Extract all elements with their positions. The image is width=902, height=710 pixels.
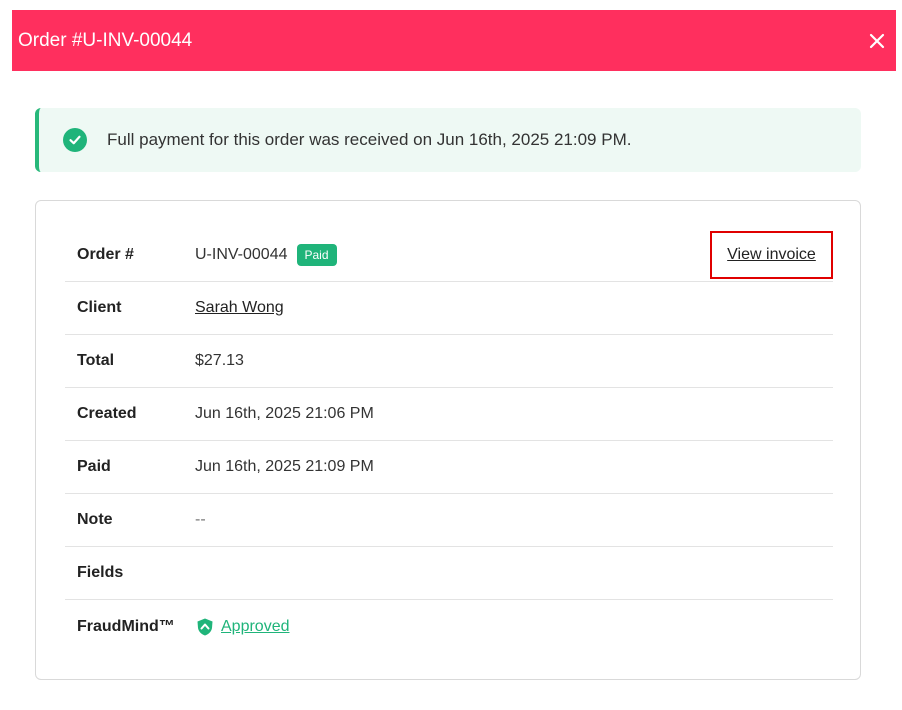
created-value: Jun 16th, 2025 21:06 PM — [195, 405, 374, 422]
row-fields: Fields — [65, 547, 833, 600]
fraudmind-label: FraudMind™ — [77, 617, 175, 635]
row-client: Client Sarah Wong — [65, 282, 833, 335]
paid-value: Jun 16th, 2025 21:09 PM — [195, 458, 374, 475]
fraudmind-value: Approved — [195, 617, 290, 637]
close-button[interactable] — [866, 30, 888, 52]
total-label: Total — [77, 352, 115, 369]
modal-header: Order #U-INV-00044 — [12, 10, 896, 71]
payment-success-alert: Full payment for this order was received… — [35, 108, 861, 172]
row-total: Total $27.13 — [65, 335, 833, 388]
view-invoice-link[interactable]: View invoice — [727, 246, 816, 264]
view-invoice-highlight: View invoice — [710, 231, 833, 279]
row-note: Note -- — [65, 494, 833, 547]
client-link[interactable]: Sarah Wong — [195, 299, 284, 317]
close-icon — [869, 33, 885, 48]
modal-title: Order #U-INV-00044 — [18, 29, 193, 51]
order-label: Order # — [77, 246, 134, 263]
client-value: Sarah Wong — [195, 299, 284, 317]
fields-label: Fields — [77, 564, 124, 581]
paid-label: Paid — [77, 458, 111, 475]
total-value: $27.13 — [195, 352, 244, 369]
row-fraudmind: FraudMind™ Approved — [65, 600, 833, 653]
shield-icon — [195, 617, 215, 637]
created-label: Created — [77, 405, 137, 422]
row-created: Created Jun 16th, 2025 21:06 PM — [65, 388, 833, 441]
note-value: -- — [195, 511, 206, 528]
alert-message: Full payment for this order was received… — [107, 130, 632, 149]
check-circle-icon — [63, 128, 87, 152]
order-details-card: Order # U-INV-00044 Paid View invoice Cl… — [35, 200, 861, 680]
client-label: Client — [77, 299, 122, 316]
status-badge: Paid — [296, 244, 337, 266]
row-order: Order # U-INV-00044 Paid View invoice — [65, 229, 833, 282]
order-number: U-INV-00044 — [195, 246, 288, 263]
row-paid: Paid Jun 16th, 2025 21:09 PM — [65, 441, 833, 494]
note-label: Note — [77, 511, 113, 528]
order-value: U-INV-00044 Paid — [195, 244, 337, 266]
fraudmind-approved-link[interactable]: Approved — [221, 618, 290, 636]
order-details-table: Order # U-INV-00044 Paid View invoice Cl… — [65, 229, 833, 653]
